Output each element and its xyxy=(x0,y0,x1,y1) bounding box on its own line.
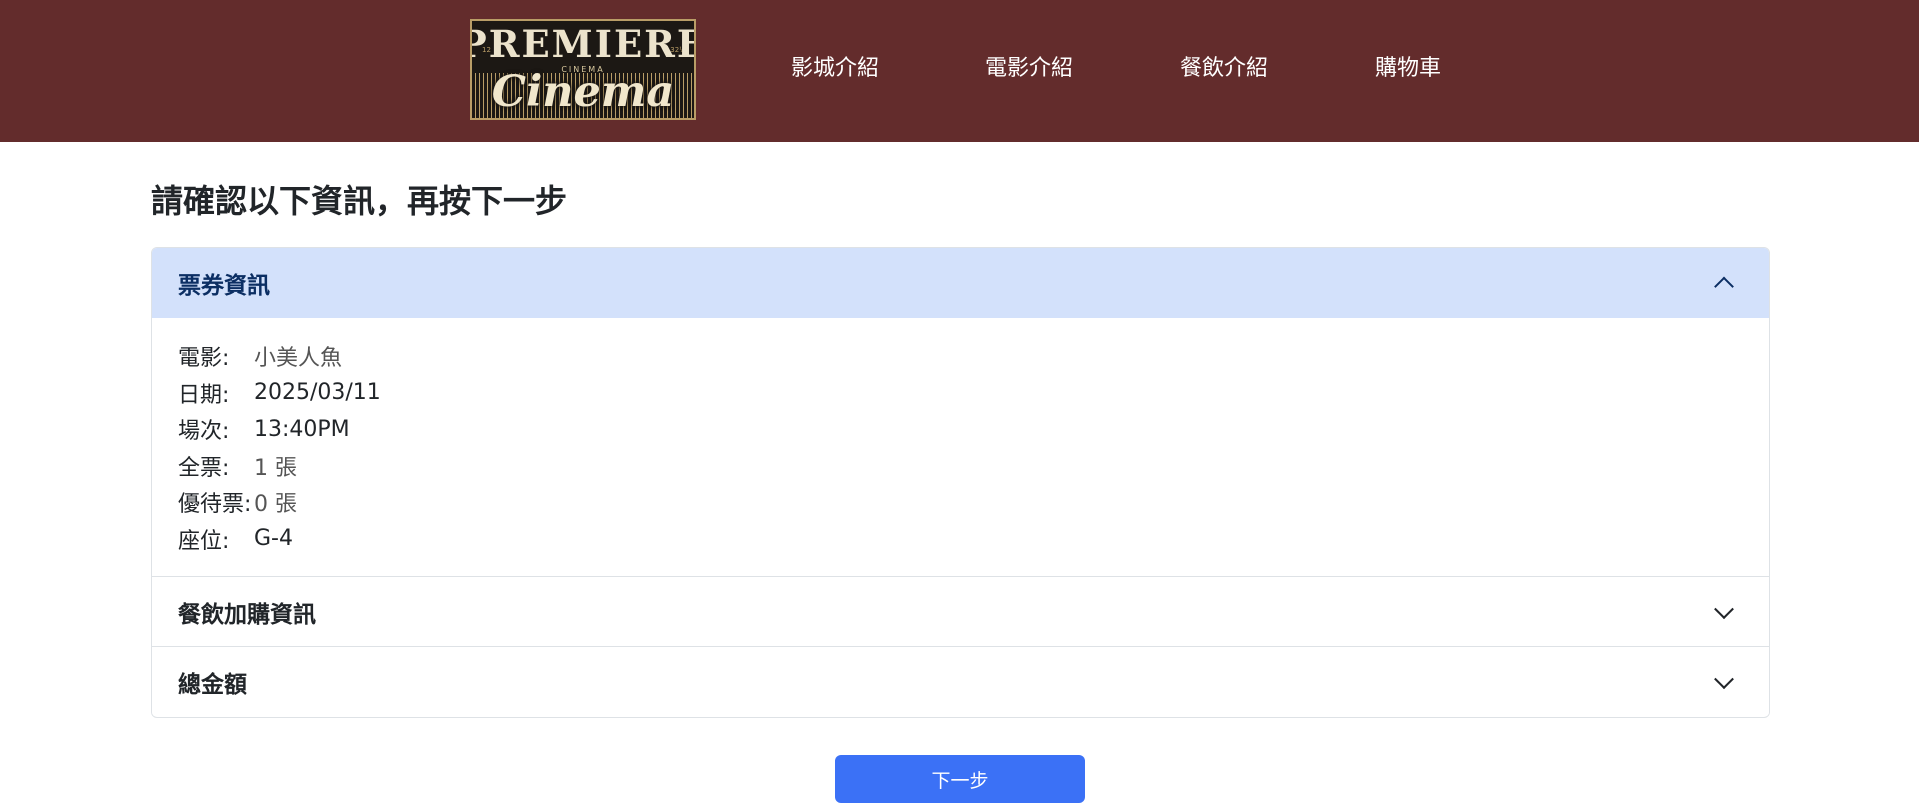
ticket-row-seat: 座位: G-4 xyxy=(178,521,1743,558)
nav-cinema-intro[interactable]: 影城介紹 xyxy=(791,52,879,86)
row-value: 13:40PM xyxy=(254,416,350,442)
total-amount-header[interactable]: 總金額 xyxy=(152,646,1769,716)
nav-movie-intro[interactable]: 電影介紹 xyxy=(985,52,1073,86)
row-value: G-4 xyxy=(254,526,293,552)
row-value: 2025/03/11 xyxy=(254,380,381,406)
ticket-info-body: 電影: 小美人魚 日期: 2025/03/11 場次: 13:40PM 全票: … xyxy=(152,318,1769,576)
row-value: 小美人魚 xyxy=(254,346,343,372)
nav-food-intro[interactable]: 餐飲介紹 xyxy=(1180,52,1268,86)
nav-shopping-cart[interactable]: 購物車 xyxy=(1375,52,1441,86)
order-accordion: 票券資訊 電影: 小美人魚 日期: 2025/03/11 場次: 13:40PM… xyxy=(151,247,1770,718)
chevron-down-icon xyxy=(1714,668,1734,689)
row-label: 日期: xyxy=(178,382,230,408)
food-addon-header[interactable]: 餐飲加購資訊 xyxy=(152,576,1769,646)
logo-title: PREMIERE xyxy=(470,22,696,66)
row-value: 0 張 xyxy=(254,492,297,518)
page-title: 請確認以下資訊，再按下一步 xyxy=(151,182,568,220)
ticket-row-full-ticket: 全票: 1 張 xyxy=(178,448,1743,485)
ticket-row-date: 日期: 2025/03/11 xyxy=(178,375,1743,412)
ticket-info-title: 票券資訊 xyxy=(178,273,270,299)
ticket-row-showtime: 場次: 13:40PM xyxy=(178,411,1743,448)
total-amount-title: 總金額 xyxy=(178,671,247,698)
chevron-down-icon xyxy=(1714,598,1734,619)
row-value: 1 張 xyxy=(254,455,297,481)
row-label: 場次: xyxy=(178,419,230,445)
chevron-up-icon xyxy=(1714,276,1734,297)
ticket-row-discount-ticket: 優待票: 0 張 xyxy=(178,484,1743,521)
logo-script: Cinema xyxy=(491,67,675,117)
row-label: 全票: xyxy=(178,455,230,481)
next-step-button[interactable]: 下一步 xyxy=(835,755,1085,803)
cinema-logo[interactable]: 12 32½ PREMIERE CINEMA Cinema xyxy=(470,19,696,120)
site-header: 12 32½ PREMIERE CINEMA Cinema 影城介紹 電影介紹 … xyxy=(0,0,1919,142)
row-label: 優待票: xyxy=(178,492,252,518)
row-label: 電影: xyxy=(178,346,230,372)
food-addon-title: 餐飲加購資訊 xyxy=(178,601,316,628)
ticket-row-movie: 電影: 小美人魚 xyxy=(178,338,1743,375)
row-label: 座位: xyxy=(178,528,230,554)
ticket-info-header[interactable]: 票券資訊 xyxy=(152,248,1769,318)
